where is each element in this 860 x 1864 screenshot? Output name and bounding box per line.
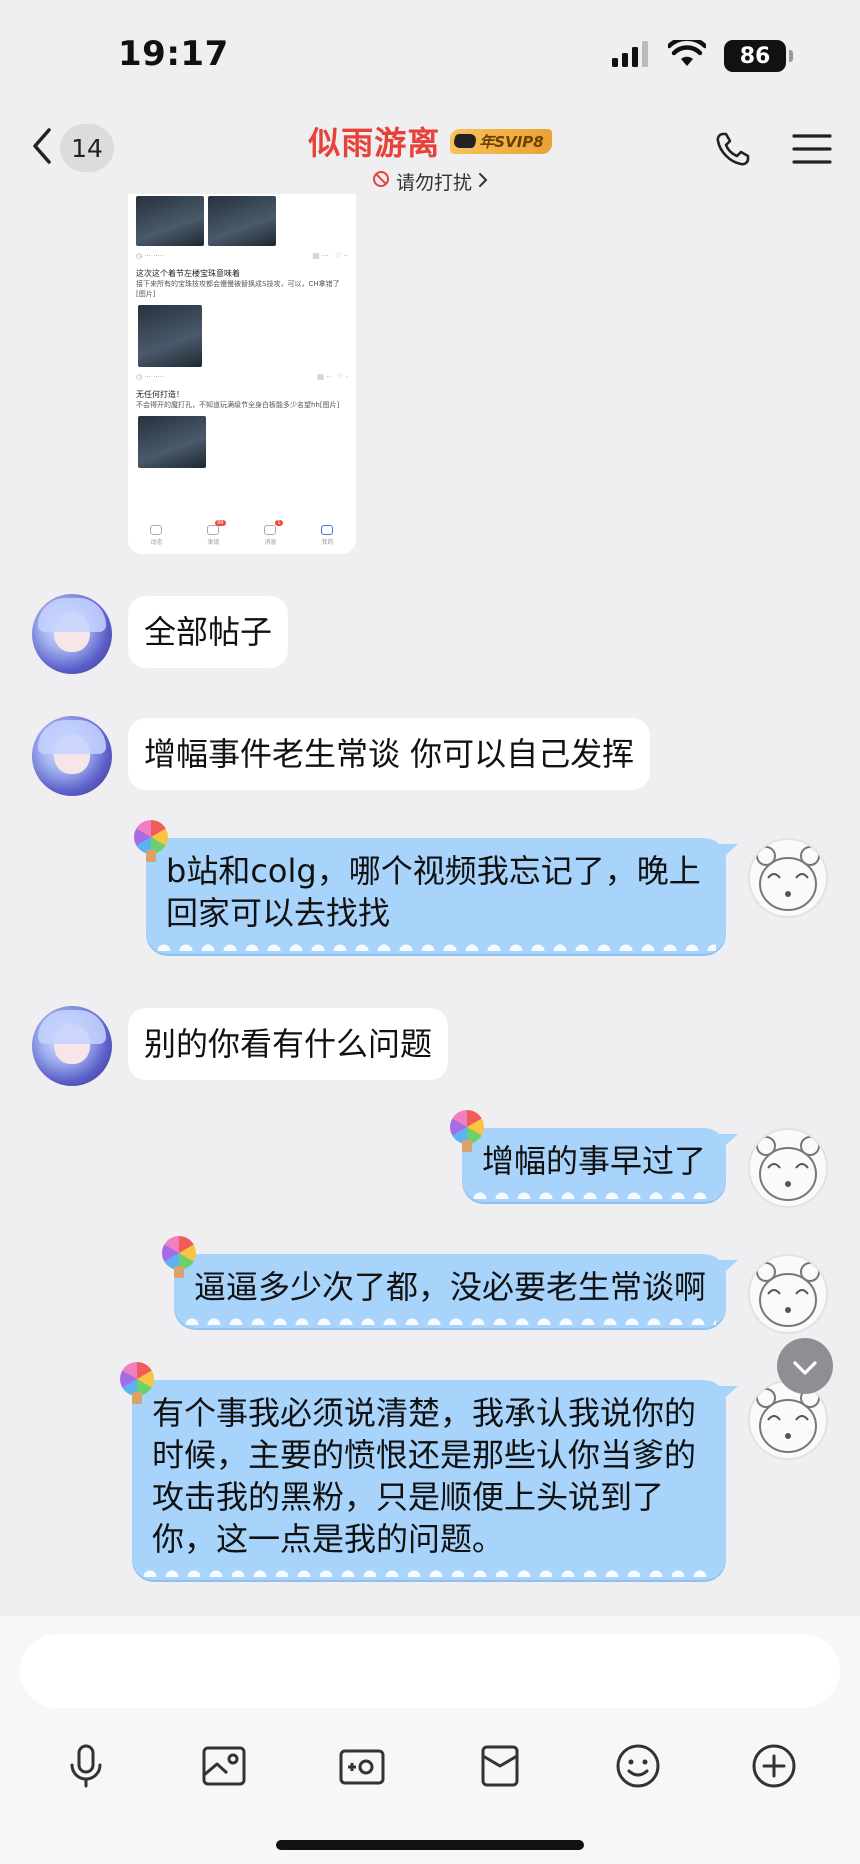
message-text: 逼逼多少次了都，没必要老生常谈啊 [193, 1268, 706, 1306]
screenshot-post-body: 不会得开的魔打孔，不知道玩满级节全身白板能多少名望hh[图片] [136, 401, 340, 409]
dnd-status[interactable]: 请勿打扰 [0, 168, 860, 195]
screenshot-tab: 动态 [150, 525, 163, 546]
bubble-tail [716, 844, 738, 864]
chat-header: 14 似雨游离 年SVIP8 请勿打扰 [0, 118, 860, 194]
bubble-tail [716, 1260, 738, 1280]
self-avatar[interactable] [748, 1128, 828, 1208]
screenshot-tab: 1 消息 [264, 520, 283, 546]
contact-avatar[interactable] [32, 594, 112, 674]
message-list[interactable]: ◷ ··· ····· ▤ ··· ♡ ·· 这次这个着节左楼宝珠意味着 接下来所… [0, 194, 860, 1616]
camera-icon[interactable] [330, 1734, 394, 1798]
image-icon[interactable] [192, 1734, 256, 1798]
balloon-decoration-icon [161, 1236, 196, 1278]
emoji-icon[interactable] [606, 1734, 670, 1798]
status-icons: 86 [612, 36, 793, 72]
message-input[interactable] [20, 1634, 840, 1708]
chevron-right-icon [478, 171, 488, 193]
input-area [0, 1616, 860, 1864]
message-text: 增幅的事早过了 [481, 1142, 706, 1180]
screenshot-thumb [138, 305, 202, 367]
balloon-decoration-icon [134, 820, 168, 862]
battery-icon: 86 [724, 40, 793, 72]
screenshot-post-title: 这次这个着节左楼宝珠意味着 [136, 269, 240, 278]
message-bubble-sent[interactable]: b站和colg，哪个视频我忘记了，晚上回家可以去找找 [134, 820, 738, 954]
status-bar: 19:17 86 [0, 0, 860, 118]
bear-covering-face-icon [756, 1136, 820, 1201]
contact-name[interactable]: 似雨游离 [308, 118, 440, 164]
bubble-tail [716, 1134, 738, 1154]
contact-avatar[interactable] [32, 1006, 112, 1086]
message-bubble-sent[interactable]: 逼逼多少次了都，没必要老生常谈啊 [161, 1236, 738, 1328]
red-packet-icon[interactable] [468, 1734, 532, 1798]
contact-avatar[interactable] [32, 716, 112, 796]
screenshot-tab: 99 发现 [207, 520, 226, 546]
self-avatar[interactable] [748, 1254, 828, 1334]
screenshot-post-title: 无任何打造！ [136, 390, 184, 399]
screenshot-post-body: 接下来所有的宝珠技攻都会慢慢被替换成S技攻，可以，CH拿错了[图片] [136, 280, 340, 298]
self-avatar[interactable] [748, 838, 828, 918]
message-bubble-received[interactable]: 别的你看有什么问题 [128, 1008, 449, 1080]
screenshot-thumb [208, 196, 276, 246]
self-avatar[interactable] [748, 1380, 828, 1460]
screenshot-meta: ◷ ··· ····· ▤ ··· ♡ ·· [136, 252, 348, 260]
message-text: 有个事我必须说清楚，我承认我说你的时候，主要的愤恨还是那些认你当爹的攻击我的黑粉… [152, 1394, 697, 1558]
screenshot-meta: ◷ ··· ····· ▤ ·· ♡ · [136, 373, 348, 381]
screenshot-tab: 我的 [321, 525, 334, 546]
header-actions [714, 130, 832, 172]
input-toolbar [0, 1734, 860, 1798]
bear-covering-face-icon [756, 846, 820, 911]
phone-icon[interactable] [714, 130, 752, 172]
balloon-decoration-icon [120, 1362, 154, 1404]
message-bubble-received[interactable]: 全部帖子 [128, 596, 289, 668]
balloon-decoration-icon [449, 1110, 484, 1152]
message-bubble-sent[interactable]: 增幅的事早过了 [449, 1110, 738, 1202]
chevron-down-icon [792, 1350, 818, 1383]
signal-icon [612, 41, 650, 71]
svip-crown-icon [452, 134, 479, 148]
message-text: b站和colg，哪个视频我忘记了，晚上回家可以去找找 [166, 852, 701, 932]
bear-covering-face-icon [756, 1262, 820, 1327]
svip-label: 年SVIP8 [479, 132, 544, 151]
bear-covering-face-icon [756, 1388, 820, 1453]
shared-screenshot-message[interactable]: ◷ ··· ····· ▤ ··· ♡ ·· 这次这个着节左楼宝珠意味着 接下来所… [128, 194, 356, 554]
wifi-icon [666, 36, 708, 72]
menu-icon[interactable] [792, 133, 832, 169]
message-bubble-received[interactable]: 增幅事件老生常谈 你可以自己发挥 [128, 718, 651, 790]
scroll-to-bottom-button[interactable] [777, 1338, 833, 1394]
message-bubble-sent[interactable]: 有个事我必须说清楚，我承认我说你的时候，主要的愤恨还是那些认你当爹的攻击我的黑粉… [120, 1362, 738, 1580]
microphone-icon[interactable] [54, 1734, 118, 1798]
screenshot-thumb [136, 196, 204, 246]
svip-badge: 年SVIP8 [450, 128, 552, 154]
plus-icon[interactable] [742, 1734, 806, 1798]
bubble-tail [716, 1386, 738, 1406]
dnd-status-label: 请勿打扰 [395, 172, 472, 194]
screenshot-tabbar: 动态 99 发现 1 消息 我的 [128, 520, 356, 546]
home-indicator [276, 1840, 584, 1850]
screenshot-thumb [138, 416, 206, 468]
screenshot-thumb-row [136, 196, 348, 246]
battery-level: 86 [739, 43, 771, 69]
no-disturb-icon [372, 170, 390, 193]
status-time: 19:17 [118, 34, 229, 74]
